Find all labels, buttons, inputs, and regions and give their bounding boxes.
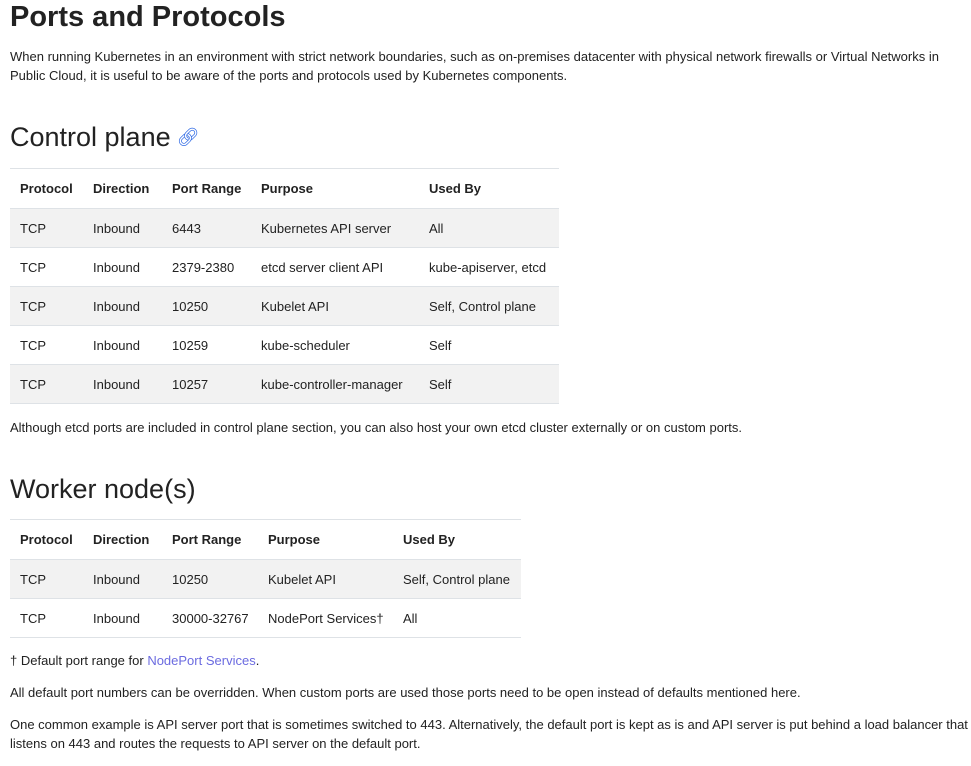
column-header: Port Range [162,519,258,560]
table-row: TCP Inbound 30000-32767 NodePort Services† A… [10,598,521,638]
table-cell: NodePort Services† [258,598,393,638]
table-row: TCP Inbound 10257 kube-controller-manager Se… [10,364,559,404]
table-cell: TCP [10,286,83,326]
control-plane-table: Protocol Direction Port Range Purpose Used B… [10,168,559,404]
table-cell: TCP [10,247,83,287]
table-row: TCP Inbound 6443 Kubernetes API server All [10,208,559,248]
worker-heading: Worker node(s) [10,474,196,504]
table-cell: 10257 [162,364,251,404]
column-header: Purpose [251,168,419,209]
table-cell: TCP [10,208,83,248]
table-cell: etcd server client API [251,247,419,287]
table-cell: 10250 [162,286,251,326]
link-icon[interactable]: 🔗︎ [177,127,200,147]
table-cell: Self, Control plane [393,559,521,599]
column-header: Direction [83,519,162,560]
table-cell: TCP [10,325,83,365]
column-header: Protocol [10,519,83,560]
footnote-suffix: . [255,653,260,668]
table-cell: kube-controller-manager [251,364,419,404]
table-header-row: Protocol Direction Port Range Purpose Used B… [10,168,559,209]
table-cell: Self [419,325,559,365]
footnote: † Default port range for NodePort Servic… [10,651,968,670]
column-header: Used By [393,519,521,560]
table-cell: Inbound [83,559,162,599]
table-cell: All [393,598,521,638]
table-cell: Self [419,364,559,404]
table-cell: Kubernetes API server [251,208,419,248]
example-paragraph: One common example is API server port th… [10,717,968,751]
etcd-note: Although etcd ports are included in cont… [10,420,743,435]
table-cell: 10259 [162,325,251,365]
intro-paragraph: When running Kubernetes in an environmen… [10,49,939,83]
table-cell: 30000-32767 [162,598,258,638]
table-cell: Kubelet API [258,559,393,599]
table-row: TCP Inbound 2379-2380 etcd server client AP… [10,247,559,287]
footnote-text: † Default port range for [10,653,148,668]
page-title: Ports and Protocols [10,1,286,33]
table-cell: Kubelet API [251,286,419,326]
table-cell: Inbound [83,325,162,365]
table-cell: 2379-2380 [162,247,251,287]
table-row: TCP Inbound 10250 Kubelet API Self, Control … [10,559,521,599]
column-header: Used By [419,168,559,209]
table-header-row: Protocol Direction Port Range Purpose Used B… [10,519,521,560]
worker-table: Protocol Direction Port Range Purpose Used B… [10,519,521,638]
table-cell: TCP [10,559,83,599]
table-cell: Inbound [83,286,162,326]
control-plane-heading: Control plane 🔗︎ [10,122,199,153]
table-cell: Inbound [83,364,162,404]
table-cell: Self, Control plane [419,286,559,326]
table-cell: kube-apiserver, etcd [419,247,559,287]
column-header: Protocol [10,168,83,209]
table-cell: Inbound [83,247,162,287]
column-header: Direction [83,168,162,209]
table-row: TCP Inbound 10250 Kubelet API Self, Control … [10,286,559,326]
override-paragraph: All default port numbers can be overridd… [10,685,801,700]
table-row: TCP Inbound 10259 kube-scheduler Self [10,325,559,365]
nodeport-services-link[interactable]: NodePort Services [147,653,255,668]
table-cell: 6443 [162,208,251,248]
table-cell: TCP [10,598,83,638]
table-cell: All [419,208,559,248]
column-header: Port Range [162,168,251,209]
table-cell: 10250 [162,559,258,599]
table-cell: Inbound [83,208,162,248]
column-header: Purpose [258,519,393,560]
heading-text: Control plane [10,122,171,152]
table-cell: kube-scheduler [251,325,419,365]
table-cell: TCP [10,364,83,404]
table-cell: Inbound [83,598,162,638]
